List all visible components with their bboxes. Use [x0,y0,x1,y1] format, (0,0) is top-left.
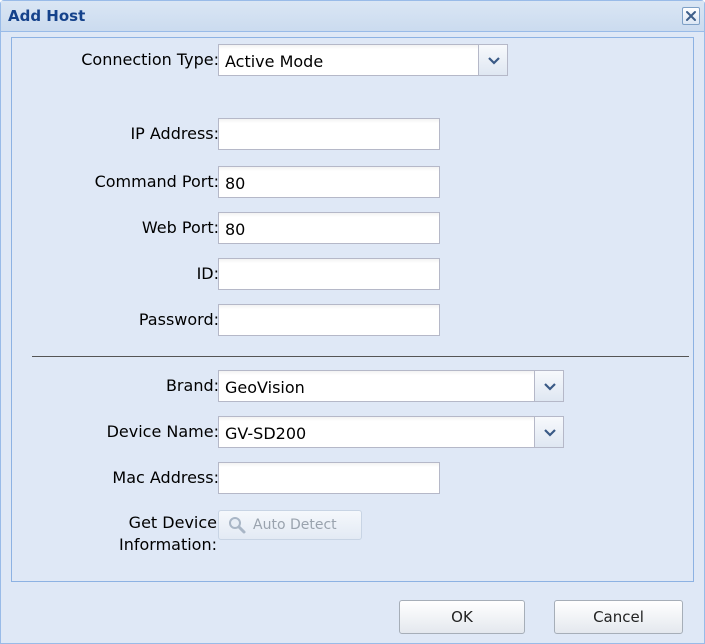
connection-type-value[interactable]: Active Mode [218,44,478,76]
brand-value[interactable]: GeoVision [218,370,534,402]
ip-address-label: IP Address: [130,124,219,143]
close-icon [686,11,696,21]
auto-detect-label: Auto Detect [253,517,337,533]
device-name-dropdown-button[interactable] [534,416,564,448]
device-name-value[interactable]: GV-SD200 [218,416,534,448]
connection-type-select[interactable]: Active Mode [218,44,508,76]
mac-address-row: Mac Address: [12,462,695,496]
dialog-titlebar[interactable]: Add Host [1,1,704,32]
mac-address-label: Mac Address: [112,468,219,487]
cancel-button[interactable]: Cancel [554,600,683,634]
password-label: Password: [138,310,219,329]
web-port-row: Web Port: 80 [12,212,695,246]
device-name-select[interactable]: GV-SD200 [218,416,564,448]
connection-type-row: Connection Type: Active Mode [12,44,695,78]
brand-dropdown-button[interactable] [534,370,564,402]
section-divider [32,356,689,357]
form-panel: Connection Type: Active Mode IP Address:… [11,37,694,582]
ip-address-row: IP Address: [12,118,695,152]
mac-address-input[interactable] [218,462,440,494]
web-port-input[interactable]: 80 [218,212,440,244]
chevron-down-icon [544,383,556,391]
brand-row: Brand: GeoVision [12,370,695,404]
connection-type-label: Connection Type: [81,50,219,69]
brand-label: Brand: [165,376,219,395]
device-name-label: Device Name: [106,422,219,441]
ok-button[interactable]: OK [399,600,525,634]
id-row: ID: [12,258,695,292]
password-row: Password: [12,304,695,338]
device-name-row: Device Name: GV-SD200 [12,416,695,450]
magnifier-icon [229,517,246,534]
get-device-info-label-line2: Information: [118,535,217,554]
add-host-dialog: Add Host Connection Type: Active Mode IP… [0,0,705,644]
close-button[interactable] [682,7,700,25]
command-port-label: Command Port: [94,172,219,191]
web-port-label: Web Port: [141,218,219,237]
command-port-input[interactable]: 80 [218,166,440,198]
connection-type-dropdown-button[interactable] [478,44,508,76]
ip-address-input[interactable] [218,118,440,150]
password-input[interactable] [218,304,440,336]
command-port-row: Command Port: 80 [12,166,695,200]
chevron-down-icon [488,57,500,65]
get-device-info-label-line1: Get Device [128,513,217,532]
dialog-title: Add Host [8,7,86,25]
auto-detect-button[interactable]: Auto Detect [218,510,362,540]
get-device-info-label: Get Device Information: [119,512,217,556]
brand-select[interactable]: GeoVision [218,370,564,402]
chevron-down-icon [544,429,556,437]
id-label: ID: [196,264,219,283]
id-input[interactable] [218,258,440,290]
